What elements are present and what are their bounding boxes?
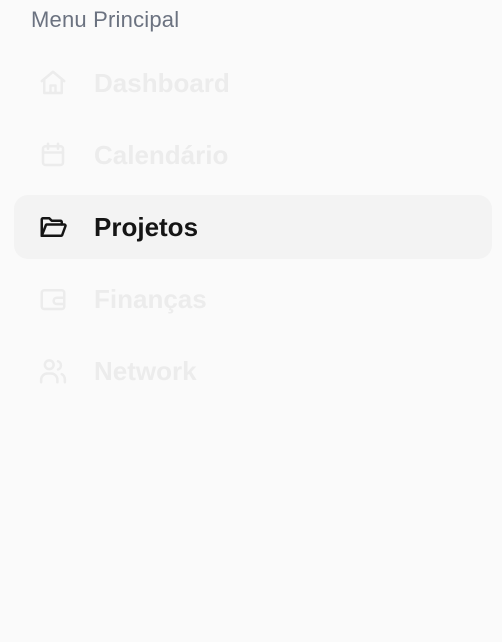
sidebar-item-label: Projetos: [94, 211, 199, 242]
sidebar-item-label: Dashboard: [94, 67, 230, 98]
sidebar-item-label: Network: [94, 355, 197, 386]
sidebar-item-label: Finanças: [94, 283, 207, 314]
folder-open-icon: [37, 211, 69, 243]
menu-section-title: Menu Principal: [31, 7, 180, 32]
home-icon: [37, 67, 69, 99]
sidebar-item-projetos[interactable]: Projetos: [14, 195, 492, 259]
sidebar-item-label: Calendário: [94, 139, 229, 170]
sidebar: Menu Principal Dashboard Calendário Proj…: [0, 0, 502, 642]
sidebar-item-calendario[interactable]: Calendário: [14, 123, 492, 187]
wallet-icon: [37, 283, 69, 315]
sidebar-item-financas[interactable]: Finanças: [14, 267, 492, 331]
sidebar-item-network[interactable]: Network: [14, 339, 492, 403]
calendar-icon: [37, 139, 69, 171]
sidebar-item-dashboard[interactable]: Dashboard: [14, 51, 492, 115]
users-icon: [37, 355, 69, 387]
